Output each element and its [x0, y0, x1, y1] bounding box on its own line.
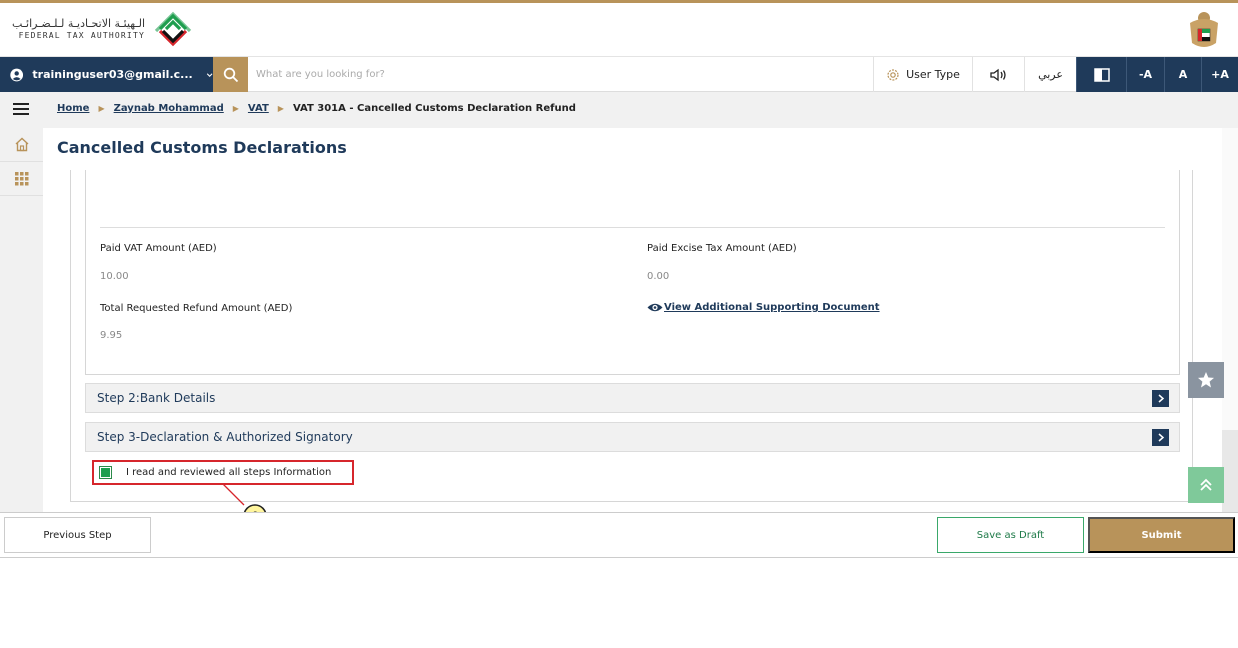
save-draft-button[interactable]: Save as Draft [937, 517, 1084, 553]
breadcrumb: Home ▶ Zaynab Mohammad ▶ VAT ▶ VAT 301A … [57, 103, 576, 114]
contrast-icon [1093, 67, 1110, 82]
language-toggle[interactable]: عربي [1024, 57, 1076, 92]
review-confirmation-checkbox[interactable] [99, 466, 112, 479]
fta-logo-icon[interactable] [150, 7, 196, 53]
home-icon [15, 137, 28, 152]
chevron-right-icon[interactable] [1152, 390, 1169, 407]
review-confirmation-highlight: I read and reviewed all steps Informatio… [92, 460, 354, 485]
search-input[interactable] [256, 63, 856, 85]
sidebar-apps-button[interactable] [0, 162, 43, 196]
breadcrumb-arrow-icon: ▶ [98, 104, 105, 113]
left-sidebar [0, 128, 43, 512]
language-label: عربي [1038, 68, 1063, 81]
font-normal-button[interactable]: A [1164, 57, 1201, 92]
gear-icon [887, 68, 899, 81]
contrast-toggle[interactable] [1076, 57, 1126, 92]
logo-arabic-text: الـهيئـة الاتحـاديـة لـلـضـرائـب [11, 17, 145, 30]
top-toolbar: traininguser03@gmail.c... User Type عربي [0, 57, 1238, 92]
step-declaration-label: Step 3-Declaration & Authorized Signator… [97, 430, 353, 444]
breadcrumb-arrow-icon: ▶ [232, 104, 239, 113]
paid-vat-value: 10.00 [100, 271, 129, 282]
step-bank-details-accordion[interactable]: Step 2:Bank Details [85, 383, 1180, 413]
hamburger-menu-icon[interactable] [13, 102, 29, 116]
site-header: الـهيئـة الاتحـاديـة لـلـضـرائـب FEDERAL… [0, 0, 1238, 57]
paid-vat-label: Paid VAT Amount (AED) [100, 243, 217, 254]
chevron-down-icon [206, 72, 213, 77]
font-decrease-button[interactable]: -A [1126, 57, 1164, 92]
user-menu-button[interactable]: traininguser03@gmail.c... [0, 57, 213, 92]
user-email: traininguser03@gmail.c... [32, 68, 193, 81]
favorite-button[interactable] [1188, 362, 1224, 398]
step-bank-details-label: Step 2:Bank Details [97, 391, 216, 405]
breadcrumb-vat[interactable]: VAT [248, 103, 269, 114]
step-declaration-accordion[interactable]: Step 3-Declaration & Authorized Signator… [85, 422, 1180, 452]
logo-english-text: FEDERAL TAX AUTHORITY [18, 31, 145, 40]
breadcrumb-taxpayer[interactable]: Zaynab Mohammad [114, 103, 224, 114]
double-chevron-up-icon [1200, 478, 1212, 491]
page-title: Cancelled Customs Declarations [57, 138, 347, 157]
font-decrease-label: -A [1138, 68, 1153, 81]
star-icon [1198, 372, 1214, 388]
user-avatar-icon [10, 68, 24, 81]
view-supporting-document-link[interactable]: View Additional Supporting Document [647, 302, 880, 313]
scrollbar-thumb[interactable] [1222, 430, 1238, 512]
paid-excise-label: Paid Excise Tax Amount (AED) [647, 243, 797, 254]
breadcrumb-current: VAT 301A - Cancelled Customs Declaration… [292, 103, 576, 114]
user-type-label: User Type [906, 68, 960, 81]
font-increase-label: +A [1211, 68, 1229, 81]
speaker-icon [989, 68, 1006, 81]
uae-emblem-icon [1190, 12, 1218, 47]
fta-logo-text[interactable]: الـهيئـة الاتحـاديـة لـلـضـرائـب FEDERAL… [3, 17, 145, 42]
audio-button[interactable] [972, 57, 1024, 92]
section-divider [100, 227, 1165, 228]
breadcrumb-arrow-icon: ▶ [277, 104, 284, 113]
review-confirmation-label[interactable]: I read and reviewed all steps Informatio… [126, 467, 331, 478]
search-button[interactable] [213, 57, 248, 92]
checkbox-checked-mark [101, 468, 110, 477]
scroll-to-top-button[interactable] [1188, 467, 1224, 503]
search-icon [223, 67, 238, 82]
total-refund-label: Total Requested Refund Amount (AED) [100, 303, 293, 314]
breadcrumb-home[interactable]: Home [57, 103, 89, 114]
breadcrumb-bar: Home ▶ Zaynab Mohammad ▶ VAT ▶ VAT 301A … [0, 92, 1238, 128]
user-type-button[interactable]: User Type [873, 57, 972, 92]
chevron-right-icon[interactable] [1152, 429, 1169, 446]
paid-excise-value: 0.00 [647, 271, 670, 282]
eye-icon [647, 303, 663, 312]
total-refund-value: 9.95 [100, 330, 123, 341]
refund-summary-section [85, 170, 1180, 375]
font-normal-label: A [1178, 68, 1188, 81]
font-increase-button[interactable]: +A [1201, 57, 1238, 92]
sidebar-home-button[interactable] [0, 128, 43, 162]
supporting-document-link-text: View Additional Supporting Document [664, 302, 880, 313]
apps-grid-icon [14, 171, 28, 185]
form-action-bar: Previous Step Save as Draft Submit [0, 512, 1238, 558]
previous-step-button[interactable]: Previous Step [4, 517, 151, 553]
submit-button[interactable]: Submit [1088, 517, 1235, 553]
